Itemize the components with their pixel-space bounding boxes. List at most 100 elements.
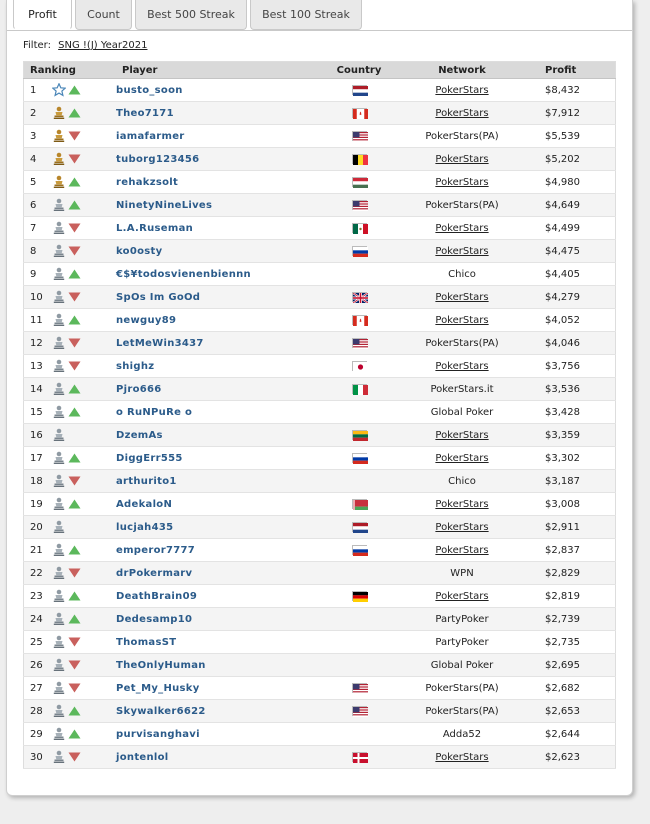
table-row[interactable]: 21 emperor7777 PokerStars $2,837 bbox=[23, 538, 616, 562]
table-row[interactable]: 8 ko0osty PokerStars $4,475 bbox=[23, 239, 616, 263]
player-link[interactable]: o RuNPuRe o bbox=[116, 400, 331, 424]
country-cell bbox=[331, 78, 387, 102]
icon-cell bbox=[52, 538, 116, 562]
player-link[interactable]: DiggErr555 bbox=[116, 446, 331, 470]
header-player[interactable]: Player bbox=[116, 61, 331, 79]
player-link[interactable]: TheOnlyHuman bbox=[116, 653, 331, 677]
table-row[interactable]: 2 Theo7171 PokerStars $7,912 bbox=[23, 101, 616, 125]
player-link[interactable]: LetMeWin3437 bbox=[116, 331, 331, 355]
network-link[interactable]: PokerStars bbox=[435, 545, 488, 556]
table-row[interactable]: 17 DiggErr555 PokerStars $3,302 bbox=[23, 446, 616, 470]
header-profit[interactable]: Profit bbox=[537, 61, 616, 79]
tab-count[interactable]: Count bbox=[75, 0, 132, 30]
table-row[interactable]: 18 arthurito1 Chico $3,187 bbox=[23, 469, 616, 493]
table-row[interactable]: 14 Pjro666 PokerStars.it $3,536 bbox=[23, 377, 616, 401]
player-link[interactable]: DzemAs bbox=[116, 423, 331, 447]
rank-cell: 23 bbox=[23, 584, 52, 608]
trend-down-icon bbox=[68, 361, 81, 371]
table-row[interactable]: 23 DeathBrain09 PokerStars $2,819 bbox=[23, 584, 616, 608]
network-link[interactable]: PokerStars bbox=[435, 430, 488, 441]
player-link[interactable]: Theo7171 bbox=[116, 101, 331, 125]
table-row[interactable]: 1 busto_soon PokerStars $8,432 bbox=[23, 78, 616, 102]
player-link[interactable]: €$¥todosvienenbiennn bbox=[116, 262, 331, 286]
tab-best-500-streak[interactable]: Best 500 Streak bbox=[135, 0, 247, 30]
table-row[interactable]: 10 SpOs Im GoOd PokerStars $4,279 bbox=[23, 285, 616, 309]
flag-ru-icon bbox=[351, 452, 368, 464]
profit-cell: $2,735 bbox=[537, 630, 616, 654]
table-row[interactable]: 3 iamafarmer PokerStars(PA) $5,539 bbox=[23, 124, 616, 148]
player-link[interactable]: rehakzsolt bbox=[116, 170, 331, 194]
icon-cell bbox=[52, 308, 116, 332]
table-row[interactable]: 30 jontenlol PokerStars $2,623 bbox=[23, 745, 616, 769]
player-link[interactable]: SpOs Im GoOd bbox=[116, 285, 331, 309]
network-link[interactable]: PokerStars bbox=[435, 177, 488, 188]
network-link[interactable]: PokerStars bbox=[435, 246, 488, 257]
table-row[interactable]: 19 AdekaloN PokerStars $3,008 bbox=[23, 492, 616, 516]
table-row[interactable]: 28 Skywalker6622 PokerStars(PA) $2,653 bbox=[23, 699, 616, 723]
player-link[interactable]: busto_soon bbox=[116, 78, 331, 102]
icon-cell bbox=[52, 377, 116, 401]
player-link[interactable]: drPokermarv bbox=[116, 561, 331, 585]
network-link[interactable]: PokerStars bbox=[435, 223, 488, 234]
table-row[interactable]: 16 DzemAs PokerStars $3,359 bbox=[23, 423, 616, 447]
network-link[interactable]: PokerStars bbox=[435, 292, 488, 303]
header-country[interactable]: Country bbox=[331, 61, 387, 79]
player-link[interactable]: iamafarmer bbox=[116, 124, 331, 148]
network-link[interactable]: PokerStars bbox=[435, 522, 488, 533]
table-row[interactable]: 11 newguy89 PokerStars $4,052 bbox=[23, 308, 616, 332]
network-cell: Global Poker bbox=[387, 653, 537, 677]
player-link[interactable]: jontenlol bbox=[116, 745, 331, 769]
table-row[interactable]: 27 Pet_My_Husky PokerStars(PA) $2,682 bbox=[23, 676, 616, 700]
network-link[interactable]: PokerStars bbox=[435, 361, 488, 372]
player-link[interactable]: shighz bbox=[116, 354, 331, 378]
player-link[interactable]: tuborg123456 bbox=[116, 147, 331, 171]
header-ranking[interactable]: Ranking bbox=[23, 61, 116, 79]
player-link[interactable]: L.A.Ruseman bbox=[116, 216, 331, 240]
icon-cell bbox=[52, 354, 116, 378]
network-link[interactable]: PokerStars bbox=[435, 752, 488, 763]
player-link[interactable]: NinetyNineLives bbox=[116, 193, 331, 217]
table-row[interactable]: 25 ThomasST PartyPoker $2,735 bbox=[23, 630, 616, 654]
table-row[interactable]: 29 purvisanghavi Adda52 $2,644 bbox=[23, 722, 616, 746]
rank-cell: 24 bbox=[23, 607, 52, 631]
table-row[interactable]: 13 shighz PokerStars $3,756 bbox=[23, 354, 616, 378]
player-link[interactable]: emperor7777 bbox=[116, 538, 331, 562]
table-row[interactable]: 5 rehakzsolt PokerStars $4,980 bbox=[23, 170, 616, 194]
player-link[interactable]: Pjro666 bbox=[116, 377, 331, 401]
table-row[interactable]: 20 lucjah435 PokerStars $2,911 bbox=[23, 515, 616, 539]
network-link[interactable]: PokerStars bbox=[435, 591, 488, 602]
network-link[interactable]: PokerStars bbox=[435, 108, 488, 119]
player-link[interactable]: arthurito1 bbox=[116, 469, 331, 493]
table-row[interactable]: 4 tuborg123456 PokerStars $5,202 bbox=[23, 147, 616, 171]
table-row[interactable]: 6 NinetyNineLives PokerStars(PA) $4,649 bbox=[23, 193, 616, 217]
table-row[interactable]: 7 L.A.Ruseman PokerStars $4,499 bbox=[23, 216, 616, 240]
player-link[interactable]: lucjah435 bbox=[116, 515, 331, 539]
tab-best-100-streak[interactable]: Best 100 Streak bbox=[250, 0, 362, 30]
player-link[interactable]: ThomasST bbox=[116, 630, 331, 654]
player-link[interactable]: Skywalker6622 bbox=[116, 699, 331, 723]
player-link[interactable]: ko0osty bbox=[116, 239, 331, 263]
tab-profit[interactable]: Profit bbox=[13, 0, 72, 30]
filter-link[interactable]: SNG !(J) Year2021 bbox=[58, 40, 147, 51]
profit-cell: $3,008 bbox=[537, 492, 616, 516]
header-network[interactable]: Network bbox=[387, 61, 537, 79]
rank-silver-icon bbox=[52, 359, 66, 373]
table-row[interactable]: 9 €$¥todosvienenbiennn Chico $4,405 bbox=[23, 262, 616, 286]
network-link[interactable]: PokerStars bbox=[435, 453, 488, 464]
player-link[interactable]: AdekaloN bbox=[116, 492, 331, 516]
network-link[interactable]: PokerStars bbox=[435, 315, 488, 326]
player-link[interactable]: newguy89 bbox=[116, 308, 331, 332]
network-link[interactable]: PokerStars bbox=[435, 154, 488, 165]
player-link[interactable]: Pet_My_Husky bbox=[116, 676, 331, 700]
table-row[interactable]: 24 Dedesamp10 PartyPoker $2,739 bbox=[23, 607, 616, 631]
table-row[interactable]: 15 o RuNPuRe o Global Poker $3,428 bbox=[23, 400, 616, 424]
table-row[interactable]: 22 drPokermarv WPN $2,829 bbox=[23, 561, 616, 585]
table-row[interactable]: 12 LetMeWin3437 PokerStars(PA) $4,046 bbox=[23, 331, 616, 355]
network-link[interactable]: PokerStars bbox=[435, 499, 488, 510]
player-link[interactable]: purvisanghavi bbox=[116, 722, 331, 746]
player-link[interactable]: Dedesamp10 bbox=[116, 607, 331, 631]
player-link[interactable]: DeathBrain09 bbox=[116, 584, 331, 608]
network-link[interactable]: PokerStars bbox=[435, 85, 488, 96]
table-row[interactable]: 26 TheOnlyHuman Global Poker $2,695 bbox=[23, 653, 616, 677]
trend-up-icon bbox=[68, 108, 81, 118]
